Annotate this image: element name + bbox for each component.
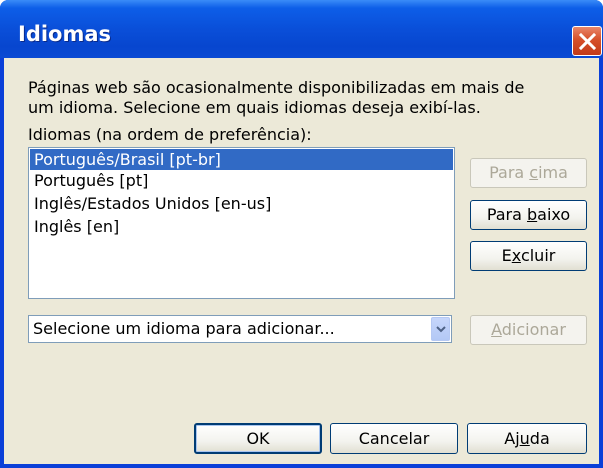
move-down-label-start: Para <box>486 205 528 224</box>
list-item[interactable]: Português/Brasil [pt-br] <box>30 149 453 170</box>
list-item[interactable]: Inglês [en] <box>30 216 453 237</box>
dialog-title: Idiomas <box>18 22 112 46</box>
add-language-combo[interactable]: Selecione um idioma para adicionar... <box>28 315 452 343</box>
list-item[interactable]: Português [pt] <box>30 170 453 191</box>
title-bar[interactable]: Idiomas <box>0 0 603 58</box>
move-up-label-start: Para <box>489 163 530 182</box>
description-line-2: um idioma. Selecione em quais idiomas de… <box>28 98 481 117</box>
description-line-1: Páginas web são ocasionalmente disponibi… <box>28 78 525 97</box>
help-label-start: Aj <box>504 429 520 448</box>
help-accelerator: u <box>519 429 530 448</box>
ok-button[interactable]: OK <box>194 423 322 454</box>
add-button[interactable]: Adicionar <box>470 315 587 345</box>
cancel-button[interactable]: Cancelar <box>330 423 458 454</box>
move-down-accelerator: b <box>527 205 538 224</box>
add-accelerator: A <box>491 320 502 339</box>
chevron-down-icon <box>436 326 446 333</box>
remove-accelerator: x <box>511 246 521 265</box>
language-list[interactable]: Português/Brasil [pt-br] Português [pt] … <box>28 147 455 299</box>
remove-label-start: E <box>501 246 512 265</box>
close-button[interactable] <box>572 26 602 56</box>
move-up-accelerator: c <box>529 163 539 182</box>
move-down-label-end: aixo <box>537 205 571 224</box>
add-language-placeholder: Selecione um idioma para adicionar... <box>33 319 335 338</box>
dialog-window: Idiomas Páginas web são ocasionalmente d… <box>0 0 603 468</box>
remove-button[interactable]: Excluir <box>470 241 587 271</box>
help-button[interactable]: Ajuda <box>467 423 587 454</box>
move-up-label-end: ima <box>538 163 568 182</box>
add-label-end: dicionar <box>501 320 566 339</box>
remove-label-end: cluir <box>520 246 556 265</box>
list-label: Idiomas (na ordem de preferência): <box>28 125 312 144</box>
move-down-button[interactable]: Para baixo <box>470 200 587 230</box>
dropdown-button[interactable] <box>431 317 450 341</box>
list-item[interactable]: Inglês/Estados Unidos [en-us] <box>30 193 453 214</box>
close-icon <box>579 33 596 50</box>
help-label-end: da <box>529 429 550 448</box>
move-up-button[interactable]: Para cima <box>470 158 587 188</box>
